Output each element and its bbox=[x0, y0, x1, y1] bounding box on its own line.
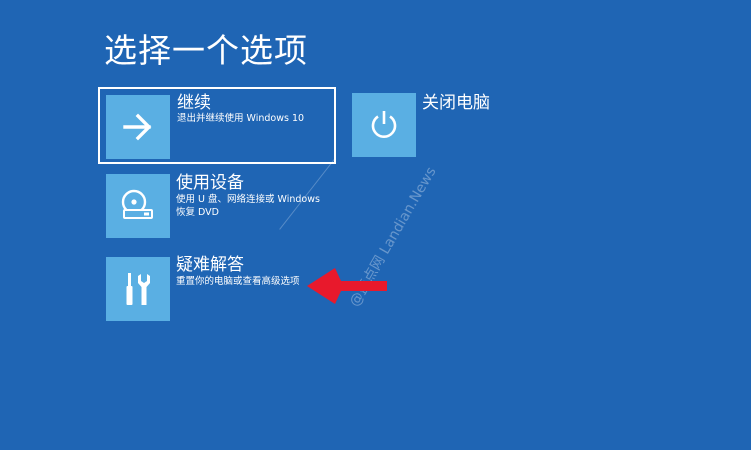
shutdown-option[interactable]: 关闭电脑 bbox=[352, 93, 512, 159]
troubleshoot-option[interactable]: 疑难解答 重置你的电脑或查看高级选项 bbox=[106, 255, 336, 323]
use-device-tile bbox=[106, 174, 170, 238]
power-icon bbox=[371, 111, 397, 138]
continue-description: 退出并继续使用 Windows 10 bbox=[177, 113, 305, 124]
troubleshoot-description: 重置你的电脑或查看高级选项 bbox=[176, 276, 300, 287]
troubleshoot-tile bbox=[106, 257, 170, 321]
continue-option[interactable]: 继续 退出并继续使用 Windows 10 bbox=[98, 87, 336, 164]
shutdown-tile bbox=[352, 93, 416, 157]
use-device-option[interactable]: 使用设备 使用 U 盘、网络连接或 Windows 恢复 DVD bbox=[106, 173, 336, 240]
disc-drive-icon bbox=[121, 189, 153, 219]
page-title: 选择一个选项 bbox=[104, 31, 308, 70]
tools-icon bbox=[126, 273, 150, 305]
troubleshoot-title: 疑难解答 bbox=[176, 255, 244, 275]
arrow-right-icon bbox=[123, 113, 152, 141]
continue-title: 继续 bbox=[177, 93, 211, 113]
red-arrow-annotation bbox=[307, 268, 387, 304]
continue-tile bbox=[106, 95, 170, 159]
shutdown-title: 关闭电脑 bbox=[422, 93, 490, 113]
use-device-title: 使用设备 bbox=[176, 173, 244, 193]
